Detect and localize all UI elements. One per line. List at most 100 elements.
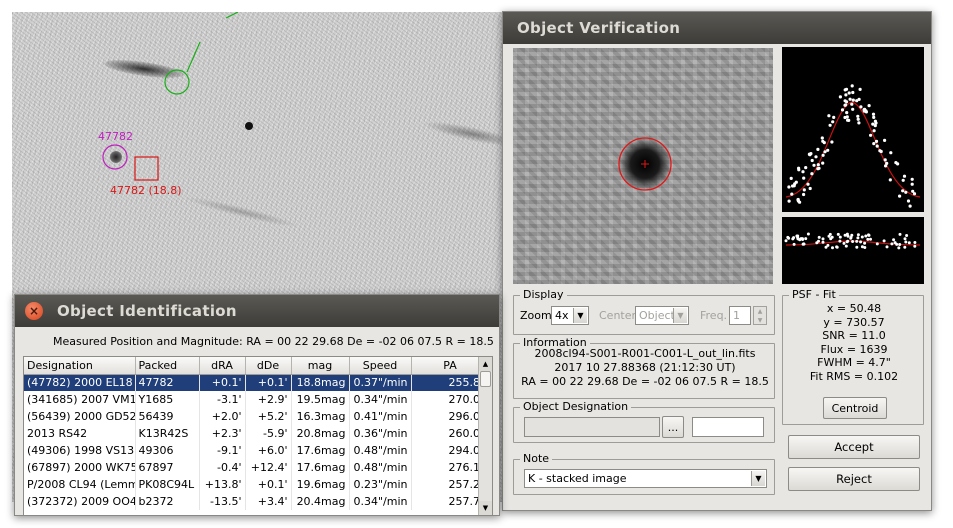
designation-input[interactable] <box>524 417 660 437</box>
residual-point <box>898 232 902 236</box>
identification-titlebar[interactable]: × Object Identification <box>15 295 499 327</box>
psf-sample-point <box>816 147 820 151</box>
residual-point <box>897 246 901 250</box>
residual-point <box>875 242 879 246</box>
psf-sample-point <box>807 152 811 156</box>
freq-value: 1 <box>733 309 740 322</box>
psf-sample-point <box>859 105 863 109</box>
table-row[interactable]: P/2008 CL94 (LemmonPK08C94L+13.8'+0.1'19… <box>24 476 490 493</box>
object-identification-dialog: × Object Identification Measured Positio… <box>14 294 500 516</box>
designation-extra-input[interactable] <box>692 417 764 437</box>
table-cell: 18.8mag <box>291 374 350 391</box>
zoom-cutout-image[interactable] <box>513 48 773 284</box>
psf-sample-point <box>827 114 831 118</box>
residual-point <box>795 234 799 238</box>
browse-button[interactable]: ... <box>662 416 684 438</box>
table-cell: 19.5mag <box>291 391 350 408</box>
table-body[interactable]: (47782) 2000 EL18 47782 +0.1' +0.1' 18.8mag 0… <box>24 374 490 510</box>
residual-point <box>850 233 854 237</box>
centroid-button[interactable]: Centroid <box>823 397 887 419</box>
residual-point <box>905 234 909 237</box>
predicted-label: 47782 (18.8) <box>110 184 182 197</box>
zoom-select[interactable]: 4x ▼ <box>551 306 589 325</box>
table-cell: P/2008 CL94 (Lemmon <box>24 476 136 493</box>
psf-sample-point <box>864 109 868 113</box>
verification-titlebar[interactable]: Object Verification <box>503 12 931 44</box>
chevron-down-icon: ▼ <box>751 471 765 486</box>
scroll-up-icon[interactable]: ▲ <box>479 357 492 371</box>
psf-sample-point <box>796 198 800 202</box>
residual-point <box>845 232 849 236</box>
residual-point <box>806 232 810 236</box>
residual-point <box>859 240 863 244</box>
table-cell: 0.41"/min <box>349 408 412 425</box>
residual-point <box>903 237 907 241</box>
table-cell: +0.1' <box>245 476 292 493</box>
residual-point <box>831 246 834 250</box>
table-cell: +13.8' <box>199 476 246 493</box>
reject-button[interactable]: Reject <box>788 467 920 491</box>
column-header[interactable]: dDe <box>245 357 292 375</box>
psf-sample-point <box>844 93 848 97</box>
psf-sample-point <box>871 112 876 116</box>
accept-button[interactable]: Accept <box>788 435 920 459</box>
table-row[interactable]: 2013 RS42 K13R42S +2.3' -5.9' 20.8mag 0.36"/m… <box>24 425 490 442</box>
table-cell: 47782 <box>135 374 200 391</box>
psf-sample-point <box>883 158 887 162</box>
residual-point <box>913 241 917 244</box>
psf-sample-point <box>851 90 855 95</box>
table-cell: +2.9' <box>245 391 292 408</box>
residual-point <box>838 239 842 243</box>
table-row[interactable]: (67897) 2000 WK75 67897 -0.4' +12.4' 17.6mag… <box>24 459 490 476</box>
close-icon[interactable]: × <box>25 302 43 320</box>
psf-sample-point <box>823 150 827 154</box>
table-scrollbar[interactable]: ▲ ▼ <box>478 357 492 515</box>
column-header[interactable]: Designation <box>24 357 136 375</box>
center-select[interactable]: Object ▼ <box>635 306 689 325</box>
psf-fwhm: FWHM = 4.7" <box>817 356 891 369</box>
table-cell: +5.2' <box>245 408 292 425</box>
table-cell: +2.0' <box>199 408 246 425</box>
table-row[interactable]: (341685) 2007 VM110Y1685-3.1'+2.9'19.5ma… <box>24 391 490 408</box>
note-group: Note K - stacked image ▼ <box>513 452 775 495</box>
psf-sample-point <box>847 91 851 95</box>
table-row[interactable]: (47782) 2000 EL18 47782 +0.1' +0.1' 18.8mag 0… <box>24 374 490 391</box>
table-row[interactable]: (56439) 2000 GD52 56439 +2.0' +5.2' 16.3mag 0… <box>24 408 490 425</box>
psf-group-label: PSF - Fit <box>789 288 839 301</box>
psf-sample-point <box>911 189 915 193</box>
note-select[interactable]: K - stacked image ▼ <box>524 469 767 488</box>
table-row[interactable]: (49306) 1998 VS13 49306 -9.1' +6.0' 17.6mag 0… <box>24 442 490 459</box>
freq-input[interactable]: 1 <box>729 306 751 325</box>
psf-sample-point <box>821 153 825 157</box>
column-header[interactable]: Packed <box>135 357 200 375</box>
residual-point <box>892 238 896 242</box>
psf-sample-point <box>843 88 847 92</box>
table-row[interactable]: (372372) 2009 OO4 b2372 -13.5' +3.4' 20.4mag… <box>24 493 490 510</box>
residual-point <box>855 245 859 249</box>
designation-group-label: Object Designation <box>520 400 632 413</box>
table-cell: +2.3' <box>199 425 246 442</box>
scroll-down-icon[interactable]: ▼ <box>479 501 492 515</box>
psf-sample-point <box>831 120 835 124</box>
column-header[interactable]: dRA <box>199 357 246 375</box>
table-cell: +0.1' <box>199 374 246 391</box>
column-header[interactable]: Speed <box>349 357 412 375</box>
residual-point <box>898 243 902 246</box>
psf-sample-point <box>888 178 892 182</box>
info-file: 2008cl94-S001-R001-C001-L_out_lin.fits <box>534 347 756 360</box>
psf-sample-point <box>806 182 810 186</box>
table-header: Designation Packed dRA dDe mag Speed PA <box>24 357 490 375</box>
residual-point <box>829 237 833 241</box>
freq-spinner[interactable]: ▲ ▼ <box>753 306 767 325</box>
column-header[interactable]: mag <box>291 357 350 375</box>
scroll-thumb[interactable] <box>480 371 491 387</box>
table-cell: 56439 <box>135 408 200 425</box>
psf-sample-point <box>851 98 855 102</box>
psf-sample-point <box>874 121 878 125</box>
note-value: K - stacked image <box>528 472 627 485</box>
psf-sample-point <box>856 117 860 121</box>
psf-sample-point <box>906 199 911 203</box>
verification-title: Object Verification <box>517 19 681 37</box>
identification-table[interactable]: Designation Packed dRA dDe mag Speed PA (47782… <box>23 356 493 515</box>
residual-point <box>904 240 908 244</box>
